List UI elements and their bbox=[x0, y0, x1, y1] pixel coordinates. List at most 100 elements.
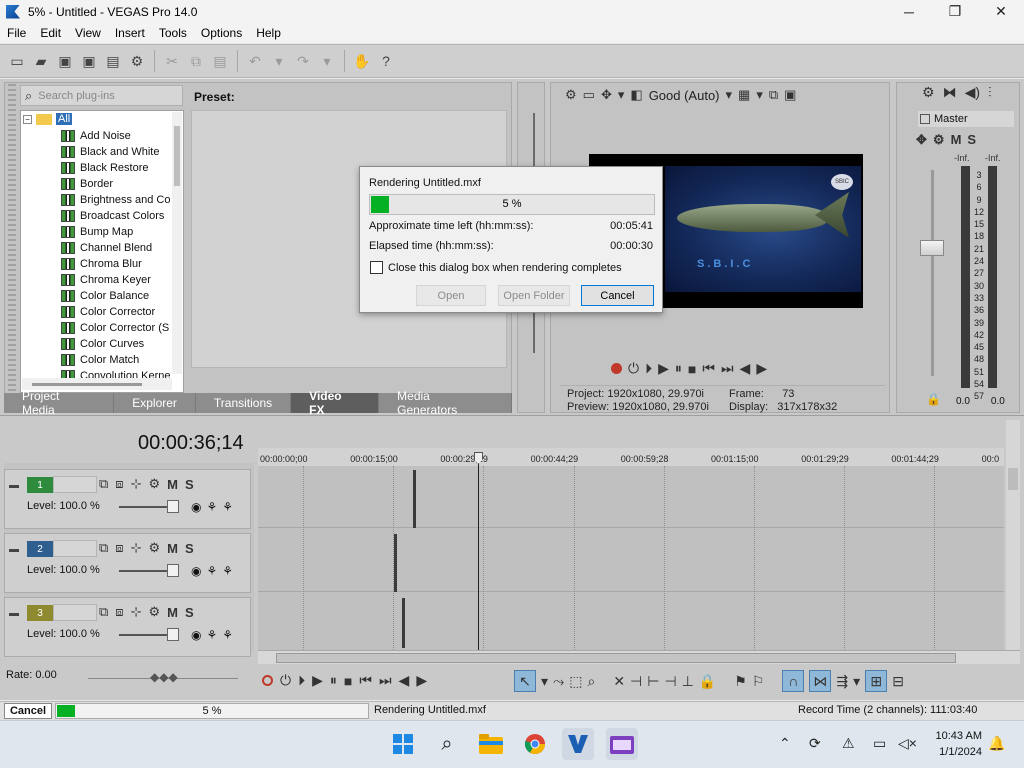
video-event[interactable] bbox=[394, 534, 397, 592]
track-name-input[interactable] bbox=[53, 476, 97, 493]
play-icon[interactable]: ▶ bbox=[658, 360, 669, 377]
checkbox-box[interactable] bbox=[370, 261, 383, 274]
tab-explorer[interactable]: Explorer bbox=[114, 393, 196, 413]
preview-properties-gear-icon[interactable]: ⚙ bbox=[565, 87, 577, 103]
master-fx-icon[interactable]: ✥ bbox=[916, 132, 927, 148]
track-minimize-icon[interactable]: ▬ bbox=[9, 480, 19, 491]
plugin-item[interactable]: Broadcast Colors bbox=[61, 208, 171, 224]
track-mute-button[interactable]: M bbox=[167, 477, 178, 492]
track-solo-button[interactable]: S bbox=[185, 477, 194, 492]
preview-quality-icon[interactable]: ◧ bbox=[630, 87, 642, 103]
sync-icon[interactable]: ⟳ bbox=[809, 735, 821, 752]
open-button[interactable]: Open bbox=[416, 285, 486, 306]
track-level-knob[interactable] bbox=[167, 564, 179, 577]
track-fx-icon[interactable]: ⧈ bbox=[115, 476, 123, 492]
edit-tool-dropdown-icon[interactable]: ▾ bbox=[541, 673, 548, 690]
plugin-item[interactable]: Chroma Blur bbox=[61, 256, 171, 272]
open-folder-button[interactable]: Open Folder bbox=[498, 285, 570, 306]
track-motion-icon[interactable]: ⧉ bbox=[99, 604, 108, 620]
plugin-item[interactable]: Black and White bbox=[61, 144, 171, 160]
parent-comp-icon[interactable]: ⚘ bbox=[206, 500, 217, 514]
lock-icon[interactable]: 🔒 bbox=[926, 392, 941, 406]
redo-icon[interactable]: ↷ bbox=[292, 50, 314, 72]
compositing-icon[interactable]: ⊹ bbox=[131, 540, 142, 556]
track-minimize-icon[interactable]: ▬ bbox=[9, 544, 19, 555]
menu-file[interactable]: File bbox=[0, 26, 33, 40]
track-lane[interactable] bbox=[258, 466, 1004, 528]
track-number[interactable]: 3 bbox=[27, 605, 53, 621]
trim-end-icon[interactable]: ⊣ bbox=[664, 673, 676, 690]
notifications-bell-icon[interactable]: 🔔 bbox=[988, 735, 1005, 752]
ripple-edit-icon[interactable]: ⇶ bbox=[836, 673, 848, 690]
tab-transitions[interactable]: Transitions bbox=[195, 393, 292, 413]
track-solo-button[interactable]: S bbox=[185, 605, 194, 620]
master-gear-icon[interactable]: ⚙ bbox=[922, 84, 935, 101]
auto-crossfade-icon[interactable]: ⋈ bbox=[809, 670, 832, 692]
open-folder-icon[interactable]: ▰ bbox=[30, 50, 52, 72]
split-icon[interactable]: ⊥ bbox=[682, 673, 694, 690]
composite-mode-icon[interactable]: ◉ bbox=[191, 628, 201, 642]
track-mute-button[interactable]: M bbox=[167, 541, 178, 556]
plugin-item[interactable]: Color Match bbox=[61, 352, 171, 368]
copy-snapshot-icon[interactable]: ⧉ bbox=[769, 87, 778, 103]
compositing-icon[interactable]: ⊹ bbox=[131, 476, 142, 492]
timeline-horizontal-scrollbar[interactable] bbox=[258, 650, 1020, 664]
child-comp-icon[interactable]: ⚘ bbox=[222, 628, 233, 642]
properties-gear-icon[interactable]: ⚙ bbox=[126, 50, 148, 72]
menu-tools[interactable]: Tools bbox=[152, 26, 194, 40]
enable-snapping-icon[interactable]: ✋ bbox=[351, 50, 373, 72]
menu-options[interactable]: Options bbox=[194, 26, 249, 40]
master-select-icon[interactable] bbox=[920, 114, 930, 124]
preview-quality-select[interactable]: Good (Auto) bbox=[649, 88, 720, 103]
plugin-item[interactable]: Color Corrector (S bbox=[61, 320, 171, 336]
menu-help[interactable]: Help bbox=[249, 26, 288, 40]
master-mute-button[interactable]: M bbox=[951, 132, 962, 148]
previous-frame-icon[interactable]: ◀ bbox=[740, 360, 751, 377]
go-to-start-icon[interactable]: ⏮ bbox=[702, 360, 715, 377]
video-event[interactable] bbox=[413, 470, 416, 528]
plugin-item[interactable]: Bump Map bbox=[61, 224, 171, 240]
plugin-item[interactable]: Color Curves bbox=[61, 336, 171, 352]
save-icon[interactable]: ▣ bbox=[54, 50, 76, 72]
status-cancel-button[interactable]: Cancel bbox=[4, 703, 52, 719]
volume-muted-icon[interactable]: ◁× bbox=[898, 735, 917, 752]
track-fx-icon[interactable]: ⧈ bbox=[115, 540, 123, 556]
render-app-icon[interactable] bbox=[606, 728, 638, 760]
child-comp-icon[interactable]: ⚘ bbox=[222, 564, 233, 578]
track-name-input[interactable] bbox=[53, 604, 97, 621]
selection-tool-icon[interactable]: ⬚ bbox=[569, 673, 582, 690]
tab-video-fx[interactable]: Video FX bbox=[291, 389, 380, 417]
plugin-item[interactable]: Brightness and Co bbox=[61, 192, 171, 208]
tab-project-media[interactable]: Project Media bbox=[4, 389, 115, 417]
track-header[interactable]: ▬ 2 ⧉ ⧈ ⊹ ⚙ M S Level: 100.0 % ◉ ⚘ ⚘ bbox=[4, 533, 251, 593]
track-header[interactable]: ▬ 1 ⧉ ⧈ ⊹ ⚙ M S Level: 100.0 % ◉ ⚘ ⚘ bbox=[4, 469, 251, 529]
track-lane[interactable] bbox=[258, 594, 1004, 656]
speaker-icon[interactable]: ◀) bbox=[965, 84, 980, 101]
timeline-record-icon[interactable] bbox=[262, 675, 273, 686]
track-motion-icon[interactable]: ⧉ bbox=[99, 540, 108, 556]
timeline-go-end-icon[interactable]: ⏭ bbox=[379, 672, 392, 689]
timeline-loop-icon[interactable]: ⏻ bbox=[280, 672, 291, 689]
ripple-dropdown-icon[interactable]: ▾ bbox=[853, 673, 860, 690]
ignore-grouping-icon[interactable]: ⊟ bbox=[892, 673, 904, 690]
lock-event-icon[interactable]: 🔒 bbox=[699, 673, 716, 690]
region-icon[interactable]: ⚐ bbox=[752, 673, 765, 690]
cut-icon[interactable]: ✂ bbox=[161, 50, 183, 72]
snapping-magnet-icon[interactable]: ∩ bbox=[782, 670, 805, 692]
parent-comp-icon[interactable]: ⚘ bbox=[206, 628, 217, 642]
video-event[interactable] bbox=[402, 598, 405, 648]
track-level-knob[interactable] bbox=[167, 628, 179, 641]
lock-fader-icon[interactable]: ⫶ bbox=[988, 84, 992, 101]
vegas-taskbar-icon[interactable] bbox=[562, 728, 594, 760]
timeline-stop-icon[interactable]: ■ bbox=[344, 673, 352, 689]
tab-media-generators[interactable]: Media Generators bbox=[379, 389, 512, 417]
close-when-done-checkbox[interactable]: Close this dialog box when rendering com… bbox=[370, 261, 622, 274]
envelope-tool-icon[interactable]: ⤳ bbox=[553, 673, 564, 690]
external-monitor-icon[interactable]: ▭ bbox=[583, 87, 595, 103]
tree-vertical-scrollbar[interactable] bbox=[172, 112, 182, 374]
stop-icon[interactable]: ■ bbox=[688, 361, 696, 377]
paste-icon[interactable]: ▤ bbox=[209, 50, 231, 72]
timeline-next-frame-icon[interactable]: ▶ bbox=[416, 672, 427, 689]
timeline-prev-frame-icon[interactable]: ◀ bbox=[399, 672, 410, 689]
whats-this-help-icon[interactable]: ? bbox=[375, 50, 397, 72]
